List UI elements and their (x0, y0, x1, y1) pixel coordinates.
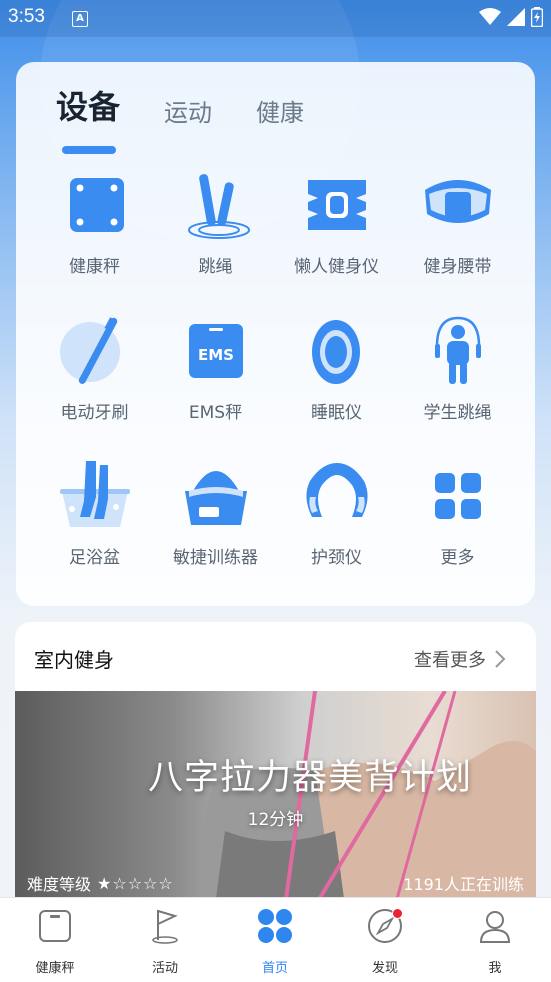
nav-label: 发现 (371, 961, 398, 976)
tab-indicator (62, 146, 116, 154)
device-item-ems-scale[interactable]: EMS EMS秤 (155, 316, 276, 446)
difficulty-rating: 难度等级 ★☆☆☆☆ (27, 871, 174, 895)
ems-scale-icon: EMS (189, 324, 243, 378)
signal-icon (507, 8, 525, 26)
jump-rope-icon (188, 174, 250, 239)
star-empty-icon: ☆ (143, 873, 159, 893)
star-empty-icon: ☆ (112, 873, 128, 893)
nav-item-discover[interactable]: 发现 (345, 906, 425, 976)
tab-label: 设备 (56, 88, 121, 126)
scale-nav-icon (39, 910, 71, 942)
indoor-fitness-card: 室内健身 查看更多 八字拉力器美背计划 12分钟 难度等级 ★☆☆☆☆ 1191… (15, 622, 536, 902)
device-card: 设备 运动 健康 健康秤 跳绳 懒人健身仪 健身腰带 电动牙刷 EMS EMS秤… (16, 62, 535, 606)
device-item-agility[interactable]: 敏捷训练器 (155, 461, 276, 591)
waist-belt-icon (425, 180, 491, 223)
device-label: 足浴盆 (69, 548, 120, 568)
status-icons (479, 7, 543, 27)
nav-label: 首页 (261, 961, 288, 976)
device-item-sleep[interactable]: 睡眠仪 (276, 316, 397, 446)
device-label: 懒人健身仪 (294, 257, 379, 277)
device-item-more[interactable]: 更多 (397, 461, 518, 591)
banner-title: 八字拉力器美背计划 (147, 758, 472, 798)
device-label: 护颈仪 (311, 548, 362, 568)
device-item-toothbrush[interactable]: 电动牙刷 (34, 316, 155, 446)
nav-label: 活动 (151, 961, 178, 976)
toothbrush-icon (60, 317, 120, 384)
bottom-nav: 健康秤 活动 首页 发现 我 (0, 897, 551, 982)
device-item-ems-pad[interactable]: 懒人健身仪 (276, 170, 397, 300)
banner-duration: 12分钟 (247, 810, 304, 830)
device-item-student-rope[interactable]: 学生跳绳 (397, 316, 518, 446)
category-tabs: 设备 运动 健康 (56, 82, 348, 154)
scale-icon (70, 178, 124, 232)
chevron-right-icon (495, 650, 506, 668)
device-item-scale[interactable]: 健康秤 (34, 170, 155, 300)
device-label: 健康秤 (69, 257, 120, 277)
device-item-jump-rope[interactable]: 跳绳 (155, 170, 276, 300)
section-title: 室内健身 (34, 648, 114, 672)
agility-trainer-icon (185, 471, 247, 525)
nav-item-activity[interactable]: 活动 (125, 906, 205, 976)
status-time: 3:53 (8, 6, 45, 27)
device-item-waist-belt[interactable]: 健身腰带 (397, 170, 518, 300)
device-label: 睡眠仪 (311, 403, 362, 423)
ems-icon-text: EMS (198, 346, 234, 364)
tab-health[interactable]: 健康 (256, 93, 304, 128)
device-label: 电动牙刷 (60, 403, 129, 423)
neck-massager-icon (306, 463, 368, 517)
notification-icon: A (72, 11, 88, 27)
nav-label: 健康秤 (35, 961, 75, 976)
view-more-label: 查看更多 (414, 650, 486, 671)
ems-pad-icon (308, 180, 366, 230)
device-label: 更多 (440, 548, 475, 568)
trainee-count: 1191人正在训练 (403, 875, 524, 894)
home-grid-icon (258, 909, 292, 943)
flag-icon (152, 910, 178, 944)
nav-label: 我 (488, 961, 502, 976)
star-filled-icon: ★ (97, 873, 113, 893)
device-item-foot-bath[interactable]: 足浴盆 (34, 461, 155, 591)
device-label: 健身腰带 (423, 257, 492, 277)
device-label: 学生跳绳 (423, 403, 492, 423)
status-bar: 3:53 A (0, 0, 551, 37)
nav-item-home[interactable]: 首页 (235, 906, 315, 976)
workout-banner[interactable]: 八字拉力器美背计划 12分钟 难度等级 ★☆☆☆☆ 1191人正在训练 (15, 691, 536, 902)
device-label: 跳绳 (198, 257, 233, 277)
difficulty-label: 难度等级 (27, 875, 92, 894)
profile-icon (479, 911, 511, 943)
star-rating: ★☆☆☆☆ (97, 874, 174, 893)
star-empty-icon: ☆ (127, 873, 144, 893)
notification-badge (392, 908, 403, 919)
more-grid-icon (435, 473, 481, 519)
foot-bath-icon (60, 461, 130, 527)
view-more-link[interactable]: 查看更多 (414, 646, 506, 672)
nav-item-me[interactable]: 我 (455, 906, 535, 976)
student-rope-icon (435, 316, 481, 384)
tab-sports[interactable]: 运动 (164, 93, 212, 128)
nav-item-scale[interactable]: 健康秤 (15, 906, 95, 976)
device-label: 敏捷训练器 (173, 548, 258, 568)
sleep-device-icon (312, 320, 360, 384)
wifi-icon (479, 8, 501, 25)
device-label: EMS秤 (188, 403, 243, 423)
tab-devices[interactable]: 设备 (56, 82, 121, 154)
star-empty-icon: ☆ (158, 873, 174, 893)
device-item-neck[interactable]: 护颈仪 (276, 461, 397, 591)
battery-icon (531, 7, 543, 27)
